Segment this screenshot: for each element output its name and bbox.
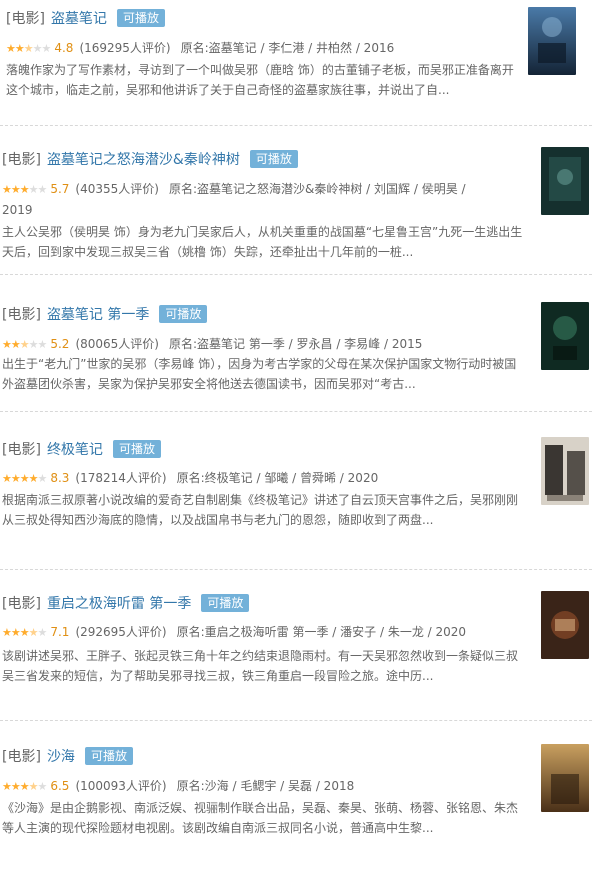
category-label: [电影]: [2, 442, 41, 458]
rating-score: 8.3: [50, 471, 70, 485]
rating-count: (100093人评价): [75, 779, 167, 793]
original-title-info: 原名:沙海 / 毛鳃宇 / 吴磊 / 2018: [176, 779, 355, 793]
playable-badge[interactable]: 可播放: [112, 440, 161, 458]
rating-score: 6.5: [50, 779, 70, 793]
movie-poster[interactable]: [541, 147, 589, 215]
original-title-info-wrap: 2019: [2, 203, 33, 217]
result-heading: [电影] 盗墓笔记之怒海潜沙&秦岭神树 可播放: [2, 150, 298, 169]
original-title-info: 原名:盗墓笔记 第一季 / 罗永昌 / 李易峰 / 2015: [168, 337, 423, 351]
movie-poster[interactable]: [541, 591, 589, 659]
rating-row: ★★★★★ 8.3 (178214人评价) 原名:终极笔记 / 邹曦 / 曾舜晞 / …: [2, 469, 378, 488]
playable-badge[interactable]: 可播放: [159, 305, 208, 323]
description: 《沙海》是由企鹅影视、南派泛娱、视骊制作联合出品，吴磊、秦昊、张萌、杨蓉、张铭恩…: [2, 801, 519, 835]
rating-stars-icon: ★★★★★: [2, 472, 47, 485]
movie-poster[interactable]: [541, 437, 589, 505]
divider: [0, 125, 592, 126]
rating-row: ★★★★★ 7.1 (292695人评价) 原名:重启之极海听雷 第一季 / 潘安子 …: [2, 623, 466, 642]
rating-count: (40355人评价): [75, 182, 159, 196]
category-label: [电影]: [2, 307, 41, 323]
result-heading: [电影] 终极笔记 可播放: [2, 440, 161, 459]
playable-badge[interactable]: 可播放: [249, 150, 298, 168]
category-label: [电影]: [2, 749, 41, 765]
rating-row: ★★★★★ 4.8 (169295人评价) 原名:盗墓笔记 / 李仁港 / 井柏然 /…: [6, 39, 394, 58]
rating-count: (169295人评价): [79, 41, 171, 55]
playable-badge[interactable]: 可播放: [116, 9, 165, 27]
divider: [0, 274, 592, 275]
category-label: [电影]: [2, 596, 41, 612]
divider: [0, 411, 592, 412]
rating-count: (80065人评价): [75, 337, 159, 351]
divider: [0, 720, 592, 721]
rating-stars-icon: ★★★★★: [2, 626, 47, 639]
description: 落魄作家为了写作素材，寻访到了一个叫做吴邪（鹿晗 饰）的古董铺子老板，而吴邪正准…: [6, 63, 514, 97]
category-label: [电影]: [6, 11, 45, 27]
rating-row: ★★★★★ 5.7 (40355人评价) 原名:盗墓笔记之怒海潜沙&秦岭神树 / 刘国…: [2, 180, 466, 199]
rating-stars-icon: ★★★★★: [2, 183, 47, 196]
original-title-info: 原名:重启之极海听雷 第一季 / 潘安子 / 朱一龙 / 2020: [176, 625, 467, 639]
movie-title-link[interactable]: 终极笔记: [47, 442, 103, 458]
original-title-info: 原名:终极笔记 / 邹曦 / 曾舜晞 / 2020: [176, 471, 379, 485]
playable-badge[interactable]: 可播放: [84, 747, 133, 765]
divider: [0, 569, 592, 570]
movie-poster[interactable]: [528, 7, 576, 75]
rating-stars-icon: ★★★★★: [2, 780, 47, 793]
rating-score: 5.2: [50, 337, 70, 351]
movie-title-link[interactable]: 盗墓笔记之怒海潜沙&秦岭神树: [47, 152, 240, 168]
result-heading: [电影] 沙海 可播放: [2, 747, 133, 766]
original-title-info: 原名:盗墓笔记 / 李仁港 / 井柏然 / 2016: [180, 41, 395, 55]
rating-row: ★★★★★ 5.2 (80065人评价) 原名:盗墓笔记 第一季 / 罗永昌 / 李易…: [2, 335, 422, 354]
movie-title-link[interactable]: 盗墓笔记: [51, 11, 107, 27]
movie-title-link[interactable]: 盗墓笔记 第一季: [47, 307, 149, 323]
description: 出生于“老九门”世家的吴邪（李易峰 饰），因身为考古学家的父母在某次保护国家文物…: [2, 357, 517, 391]
result-heading: [电影] 重启之极海听雷 第一季 可播放: [2, 594, 250, 613]
rating-row: ★★★★★ 6.5 (100093人评价) 原名:沙海 / 毛鳃宇 / 吴磊 / 20…: [2, 777, 354, 796]
rating-score: 7.1: [50, 625, 70, 639]
playable-badge[interactable]: 可播放: [201, 594, 250, 612]
result-heading: [电影] 盗墓笔记 第一季 可播放: [2, 305, 208, 324]
original-title-info: 原名:盗墓笔记之怒海潜沙&秦岭神树 / 刘国辉 / 侯明昊 /: [168, 182, 466, 196]
rating-stars-icon: ★★★★★: [2, 338, 47, 351]
rating-count: (178214人评价): [75, 471, 167, 485]
description: 主人公吴邪（侯明昊 饰）身为老九门吴家后人，从机关重重的战国墓“七星鲁王宫”九死…: [2, 225, 523, 259]
rating-count: (292695人评价): [75, 625, 167, 639]
movie-poster[interactable]: [541, 302, 589, 370]
rating-score: 4.8: [54, 41, 74, 55]
movie-title-link[interactable]: 沙海: [47, 749, 75, 765]
rating-score: 5.7: [50, 182, 70, 196]
movie-title-link[interactable]: 重启之极海听雷 第一季: [47, 596, 191, 612]
description: 根据南派三叔原著小说改编的爱奇艺自制剧集《终极笔记》讲述了自云顶天宫事件之后，吴…: [2, 493, 519, 527]
rating-stars-icon: ★★★★★: [6, 42, 51, 55]
category-label: [电影]: [2, 152, 41, 168]
movie-poster[interactable]: [541, 744, 589, 812]
result-heading: [电影] 盗墓笔记 可播放: [6, 9, 165, 28]
description: 该剧讲述吴邪、王胖子、张起灵铁三角十年之约结束退隐雨村。有一天吴邪忽然收到一条疑…: [2, 649, 519, 683]
